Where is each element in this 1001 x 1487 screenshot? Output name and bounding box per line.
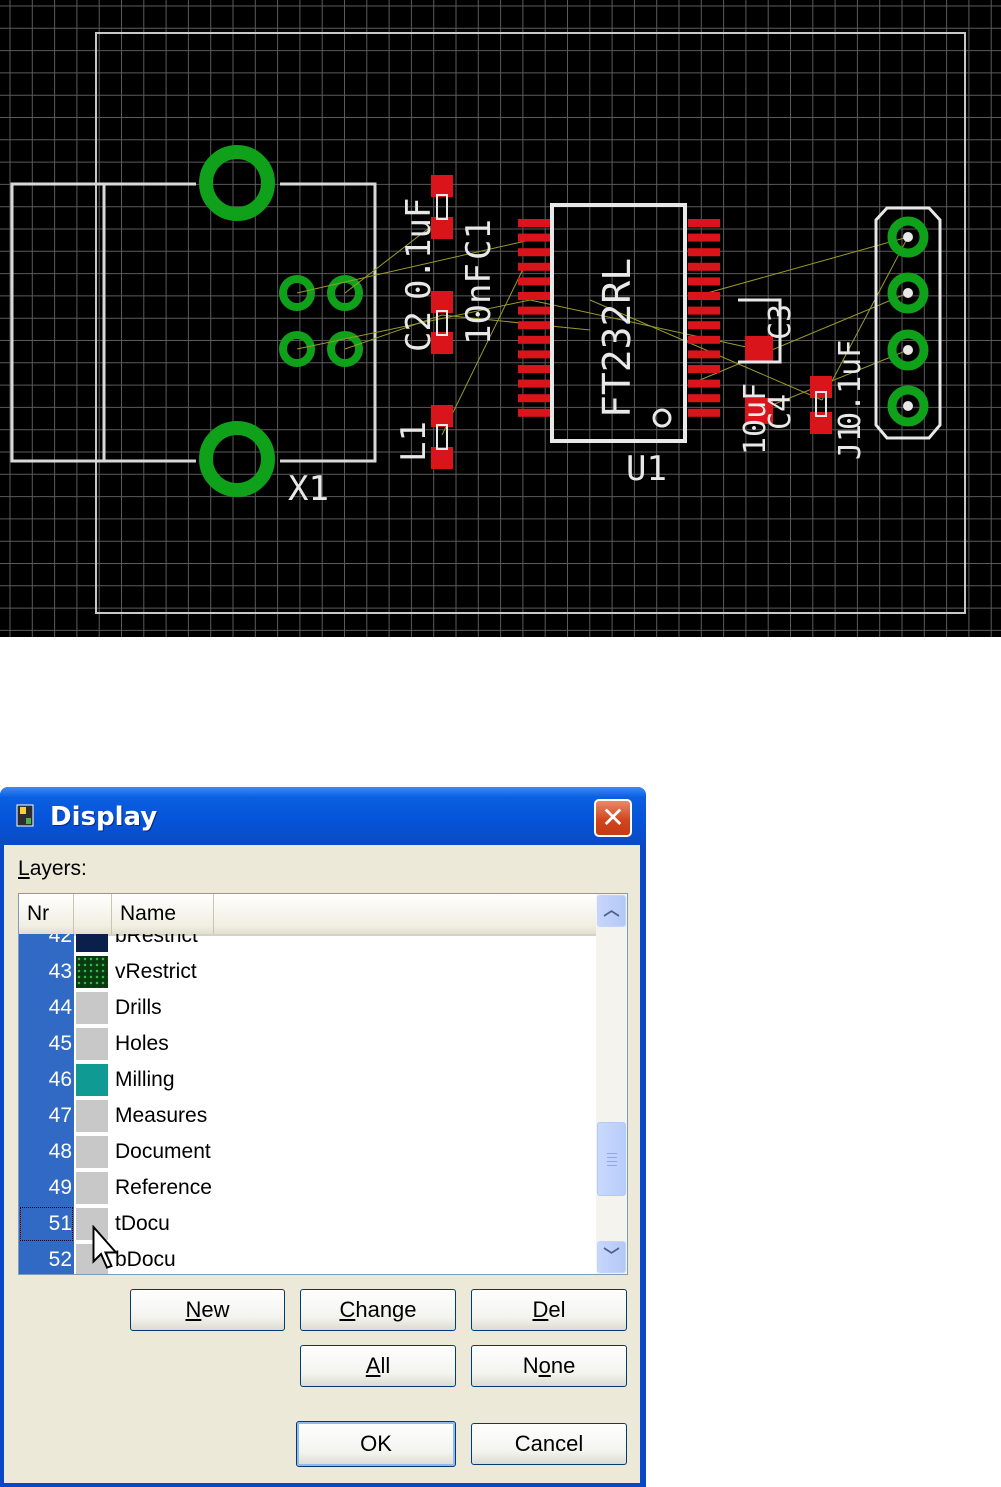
layer-row[interactable]: 46 Milling <box>19 1062 596 1098</box>
layer-row[interactable]: 45 Holes <box>19 1026 596 1062</box>
x1-mount-pad-bottom[interactable] <box>199 421 275 497</box>
layer-name: Document <box>115 1140 211 1163</box>
layer-name: bRestrict <box>115 934 198 947</box>
layer-name: bDocu <box>115 1248 176 1271</box>
j1-name-label: J1 <box>833 424 868 460</box>
layer-color-swatch[interactable] <box>76 1136 108 1168</box>
l1-label: L1 <box>394 421 434 462</box>
layer-name: Drills <box>115 996 162 1019</box>
scroll-up-button[interactable]: ︿ <box>597 895 626 927</box>
header-connector[interactable] <box>874 206 942 440</box>
dialog-client-area: Layers: Nr Name 42 bRestrict 43 vRestrict 44… <box>4 845 640 1483</box>
c1-name-label: C1 <box>459 219 499 260</box>
layer-row[interactable]: 49 Reference <box>19 1170 596 1206</box>
layers-list-header: Nr Name <box>19 894 596 936</box>
layer-number: 43 <box>19 954 74 990</box>
chevron-up-icon: ︿ <box>603 902 620 919</box>
layer-number: 46 <box>19 1062 74 1098</box>
layer-number: 47 <box>19 1098 74 1134</box>
scroll-down-button[interactable]: ﹀ <box>597 1241 626 1273</box>
column-header-name[interactable]: Name <box>112 894 214 934</box>
x1-mount-pad-top[interactable] <box>199 145 275 221</box>
layer-row[interactable]: 44 Drills <box>19 990 596 1026</box>
layer-color-swatch[interactable] <box>76 934 108 952</box>
x1-connector[interactable] <box>10 182 377 463</box>
layers-list[interactable]: Nr Name 42 bRestrict 43 vRestrict 44 Drills 45… <box>18 893 628 1275</box>
layer-number: 45 <box>19 1026 74 1062</box>
layer-row[interactable]: 47 Measures <box>19 1098 596 1134</box>
del-button[interactable]: Del <box>471 1289 627 1331</box>
chevron-down-icon: ﹀ <box>603 1248 620 1265</box>
layer-name: vRestrict <box>115 960 197 983</box>
layers-label: Layers: <box>18 857 87 880</box>
ic-name-label: FT232RL <box>595 258 639 418</box>
dialog-title: Display <box>50 802 158 832</box>
x1-label: X1 <box>288 469 329 509</box>
layer-number: 51 <box>19 1206 74 1242</box>
vertical-scrollbar[interactable]: ︿ ﹀ <box>596 894 627 1274</box>
layer-color-swatch[interactable] <box>76 1172 108 1204</box>
layer-color-swatch[interactable] <box>76 992 108 1024</box>
change-button[interactable]: Change <box>300 1289 456 1331</box>
grid <box>0 0 1001 637</box>
scroll-thumb[interactable] <box>597 1122 626 1196</box>
all-button[interactable]: All <box>300 1345 456 1387</box>
none-button[interactable]: None <box>471 1345 627 1387</box>
mouse-pointer-icon <box>92 1225 119 1269</box>
layer-name: Holes <box>115 1032 169 1055</box>
layers-list-rows: 42 bRestrict 43 vRestrict 44 Drills 45 Holes 46 M… <box>19 934 596 1274</box>
column-header-nr[interactable]: Nr <box>19 894 74 934</box>
j1-value-label: 0.1uF <box>833 340 868 430</box>
layer-name: Milling <box>115 1068 175 1091</box>
layer-color-swatch[interactable] <box>76 1064 108 1096</box>
c2-value-label: 0.1uF <box>399 198 439 300</box>
layer-color-swatch[interactable] <box>76 1100 108 1132</box>
layer-number: 48 <box>19 1134 74 1170</box>
layer-color-swatch[interactable] <box>76 956 108 988</box>
cancel-button[interactable]: Cancel <box>471 1423 627 1465</box>
dialog-titlebar[interactable]: Display ✕ <box>0 787 646 845</box>
c2-name-label: C2 <box>399 311 439 352</box>
layer-number: 52 <box>19 1242 74 1274</box>
close-button[interactable]: ✕ <box>594 799 632 837</box>
column-header-color[interactable] <box>74 894 112 934</box>
layer-name: Measures <box>115 1104 208 1127</box>
l1-inductor[interactable] <box>431 405 453 469</box>
layer-number: 42 <box>19 934 74 954</box>
new-button[interactable]: New <box>130 1289 285 1331</box>
display-dialog: Display ✕ Layers: Nr Name 42 bRestrict 43 v… <box>0 787 646 1487</box>
layer-number: 49 <box>19 1170 74 1206</box>
app-icon <box>16 804 34 827</box>
ok-button[interactable]: OK <box>296 1421 456 1467</box>
layer-color-swatch[interactable] <box>76 1028 108 1060</box>
pcb-board-view[interactable]: X1 U1 FT232RL 0.1uF C2 10nF C1 L1 C3 10u… <box>0 0 1001 637</box>
layer-name: Reference <box>115 1176 212 1199</box>
layer-name: tDocu <box>115 1212 170 1235</box>
layer-row[interactable]: 43 vRestrict <box>19 954 596 990</box>
layer-number: 44 <box>19 990 74 1026</box>
u1-label: U1 <box>626 449 667 489</box>
close-icon: ✕ <box>601 801 625 834</box>
layer-row[interactable]: 48 Document <box>19 1134 596 1170</box>
c4-name-label: C4 <box>763 394 798 430</box>
c1-value-label: 10nF <box>459 263 499 345</box>
c3-label: C3 <box>763 304 798 340</box>
layer-row[interactable]: 42 bRestrict <box>19 934 596 954</box>
